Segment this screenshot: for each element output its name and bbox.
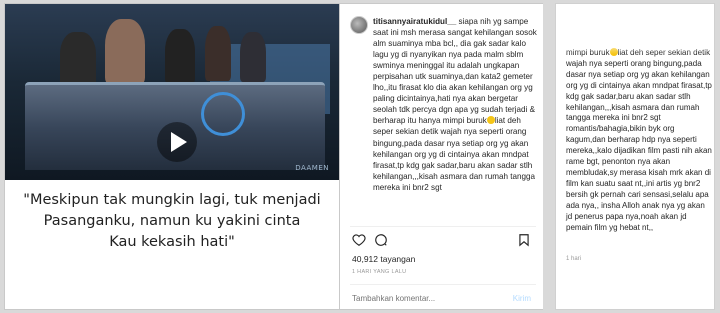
quote-line: "Meskipun tak mungkin lagi, tuk menjadi [23, 192, 321, 208]
view-count: 40,912 tayangan [352, 254, 416, 264]
caption-continuation: mimpi burukliat deh seper sekian detik w… [555, 3, 715, 310]
play-button[interactable] [157, 122, 197, 162]
judge-figure [165, 29, 195, 84]
heart-icon[interactable] [352, 233, 366, 247]
quote-line: Kau kekasih hati" [109, 234, 235, 250]
judge-figure [240, 32, 266, 82]
post-details: titisannyairatukidul__ siapa nih yg samp… [340, 3, 543, 310]
fade-overlay [556, 4, 714, 54]
send-button[interactable]: Kirim [513, 294, 531, 303]
comment-icon[interactable] [374, 233, 388, 247]
post-caption: titisannyairatukidul__ siapa nih yg samp… [373, 16, 539, 208]
quote-line: Pasanganku, namun ku yakini cinta [43, 213, 301, 229]
lyric-quote: "Meskipun tak mungkin lagi, tuk menjadi … [5, 190, 339, 253]
video-watermark: DAAMEN [295, 164, 329, 172]
action-bar [352, 233, 388, 247]
screenshot-root: DAAMEN "Meskipun tak mungkin lagi, tuk m… [0, 0, 720, 313]
video-player[interactable]: DAAMEN [5, 4, 339, 180]
side-timestamp: 1 hari [566, 256, 582, 262]
sad-emoji-icon [486, 116, 495, 125]
divider [350, 226, 536, 227]
judge-figure [60, 32, 96, 87]
caption-text-cont: liat deh seper sekian detik wajah nya se… [373, 116, 535, 192]
side-caption: mimpi burukliat deh seper sekian detik w… [566, 48, 712, 233]
play-icon [171, 132, 187, 152]
side-caption-text-cont: liat deh seper sekian detik wajah nya se… [566, 48, 712, 232]
username-link[interactable]: titisannyairatukidul__ [373, 17, 456, 26]
post-media: DAAMEN "Meskipun tak mungkin lagi, tuk m… [4, 3, 340, 310]
judge-figure [105, 19, 145, 84]
desk-logo [201, 92, 245, 136]
comment-input[interactable] [352, 294, 502, 303]
avatar[interactable] [350, 16, 368, 34]
post-timestamp: 1 HARI YANG LALU [352, 269, 407, 275]
bookmark-icon[interactable] [517, 233, 531, 247]
caption-text: siapa nih yg sampe saat ini msh merasa s… [373, 17, 537, 126]
divider [350, 284, 536, 285]
judge-figure [205, 26, 231, 81]
